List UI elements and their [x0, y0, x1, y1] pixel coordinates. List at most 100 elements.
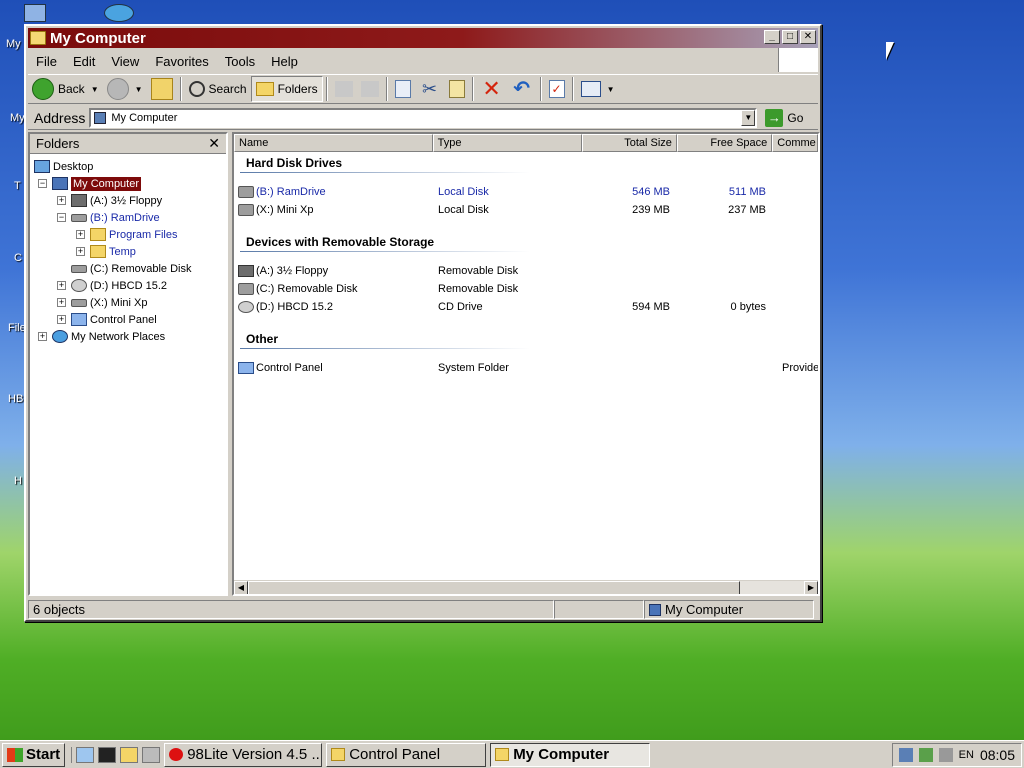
maximize-button[interactable]: □ [782, 30, 798, 44]
column-header-type[interactable]: Type [432, 134, 582, 152]
expand-icon[interactable]: + [38, 332, 47, 341]
scroll-right-icon[interactable]: ▶ [804, 581, 818, 594]
collapse-icon[interactable]: − [57, 213, 66, 222]
row-name: (B:) RamDrive [256, 186, 326, 198]
desktop-icon-1[interactable] [24, 4, 46, 22]
views-button[interactable]: ▼ [577, 76, 619, 102]
expand-icon[interactable]: + [57, 281, 66, 290]
properties-button[interactable]: ✓ [545, 76, 569, 102]
desktop-icon-2[interactable] [104, 4, 134, 22]
menu-tools[interactable]: Tools [217, 54, 263, 69]
drive-icon[interactable] [938, 748, 953, 762]
menu-file[interactable]: File [28, 54, 65, 69]
list-row[interactable]: (B:) RamDrive Local Disk 546 MB 511 MB [238, 186, 818, 202]
tree-item-network-places[interactable]: + My Network Places [38, 328, 165, 345]
delete-button[interactable]: ✕ [477, 76, 507, 102]
row-name: (X:) Mini Xp [256, 204, 314, 216]
cut-button[interactable]: ✂ [415, 76, 445, 102]
views-dropdown-icon[interactable]: ▼ [607, 85, 615, 94]
back-dropdown-icon[interactable]: ▼ [91, 85, 99, 94]
column-header-comments[interactable]: Comme [772, 134, 818, 152]
throbber-logo [778, 48, 818, 72]
properties-icon: ✓ [548, 80, 565, 98]
task-98lite[interactable]: 98Lite Version 4.5 ... [164, 742, 323, 767]
row-total-size: 546 MB [632, 186, 670, 198]
network-icon[interactable] [899, 748, 913, 762]
folders-pane: Folders ✕ Desktop − My Computer + (A:) 3… [28, 132, 228, 596]
tree-item-removable-disk[interactable]: (C:) Removable Disk [71, 260, 191, 277]
task-label: Control Panel [349, 746, 441, 763]
folders-button[interactable]: Folders [250, 76, 323, 102]
tool-icon[interactable] [142, 746, 161, 763]
list-row[interactable]: Control Panel System Folder Provide [238, 362, 818, 378]
task-control-panel[interactable]: Control Panel [326, 742, 487, 767]
expand-icon[interactable]: + [57, 298, 66, 307]
expand-icon[interactable]: + [76, 230, 85, 239]
task-my-computer[interactable]: My Computer [490, 742, 651, 767]
tree-item-floppy[interactable]: + (A:) 3½ Floppy [57, 192, 162, 209]
browser-icon[interactable] [76, 746, 95, 763]
folders-pane-close-button[interactable]: ✕ [208, 135, 220, 152]
collapse-icon[interactable]: − [38, 179, 47, 188]
tree-item-mini-xp[interactable]: + (X:) Mini Xp [57, 294, 147, 311]
menu-favorites[interactable]: Favorites [147, 54, 216, 69]
list-row[interactable]: (C:) Removable Disk Removable Disk [238, 283, 818, 299]
column-header-name[interactable]: Name [234, 134, 433, 152]
search-button[interactable]: Search [185, 76, 251, 102]
list-row[interactable]: (A:) 3½ Floppy Removable Disk [238, 265, 818, 281]
group-divider [240, 348, 530, 349]
paste-button[interactable] [445, 76, 469, 102]
menu-edit[interactable]: Edit [65, 54, 103, 69]
up-folder-button[interactable] [147, 76, 177, 102]
go-arrow-icon: → [765, 108, 784, 127]
expand-icon[interactable]: + [76, 247, 85, 256]
forward-dropdown-icon[interactable]: ▼ [135, 85, 143, 94]
horizontal-scrollbar[interactable]: ◀ ▶ [234, 580, 818, 594]
undo-button[interactable]: ↶ [507, 76, 537, 102]
tree-item-hbcd[interactable]: + (D:) HBCD 15.2 [57, 277, 167, 294]
folders-pane-header: Folders ✕ [30, 134, 226, 154]
move-to-button[interactable] [331, 76, 357, 102]
minimize-button[interactable]: _ [764, 30, 780, 44]
expand-icon[interactable]: + [57, 315, 66, 324]
list-row[interactable]: (D:) HBCD 15.2 CD Drive 594 MB 0 bytes [238, 301, 818, 317]
copy-button[interactable] [391, 76, 415, 102]
tree-item-temp[interactable]: + Temp [76, 243, 136, 260]
column-headers: Name Type Total Size Free Space Comme [234, 134, 818, 152]
column-header-total-size[interactable]: Total Size [581, 134, 677, 152]
title-bar[interactable]: My Computer _ □ ✕ [28, 28, 818, 48]
quick-launch [71, 746, 161, 763]
close-button[interactable]: ✕ [800, 30, 816, 44]
list-row[interactable]: (X:) Mini Xp Local Disk 239 MB 237 MB [238, 204, 818, 220]
scroll-left-icon[interactable]: ◀ [234, 581, 248, 594]
menu-view[interactable]: View [103, 54, 147, 69]
scrollbar-thumb[interactable] [248, 581, 740, 594]
start-button[interactable]: Start [2, 742, 66, 767]
tree-label: My Computer [71, 176, 142, 191]
back-button[interactable]: Back ▼ [28, 76, 103, 102]
column-header-free-space[interactable]: Free Space [676, 134, 773, 152]
tree-item-program-files[interactable]: + Program Files [76, 226, 177, 243]
tree-item-ramdrive[interactable]: − (B:) RamDrive [57, 209, 160, 226]
row-free-space: 0 bytes [730, 301, 766, 313]
shield-icon[interactable] [918, 748, 933, 762]
control-panel-icon [238, 362, 254, 375]
menu-help[interactable]: Help [263, 54, 306, 69]
explorer-icon[interactable] [120, 746, 139, 763]
language-indicator[interactable]: EN [959, 749, 974, 761]
tree-item-control-panel[interactable]: + Control Panel [57, 311, 157, 328]
address-input[interactable]: My Computer ▼ [89, 107, 758, 128]
tree-item-desktop[interactable]: Desktop [34, 158, 93, 175]
folder-icon [495, 748, 510, 761]
tree-label: Program Files [109, 228, 178, 241]
go-button[interactable]: → Go [765, 108, 803, 127]
tree-item-my-computer[interactable]: − My Computer [38, 175, 142, 192]
tree-label: (C:) Removable Disk [90, 262, 192, 275]
command-prompt-icon[interactable] [98, 746, 117, 763]
folders-pane-title: Folders [36, 136, 80, 151]
expand-icon[interactable]: + [57, 196, 66, 205]
address-dropdown-icon[interactable]: ▼ [741, 109, 756, 126]
copy-to-button[interactable] [357, 76, 383, 102]
forward-button[interactable]: ▼ [103, 76, 147, 102]
clock[interactable]: 08:05 [980, 747, 1015, 763]
